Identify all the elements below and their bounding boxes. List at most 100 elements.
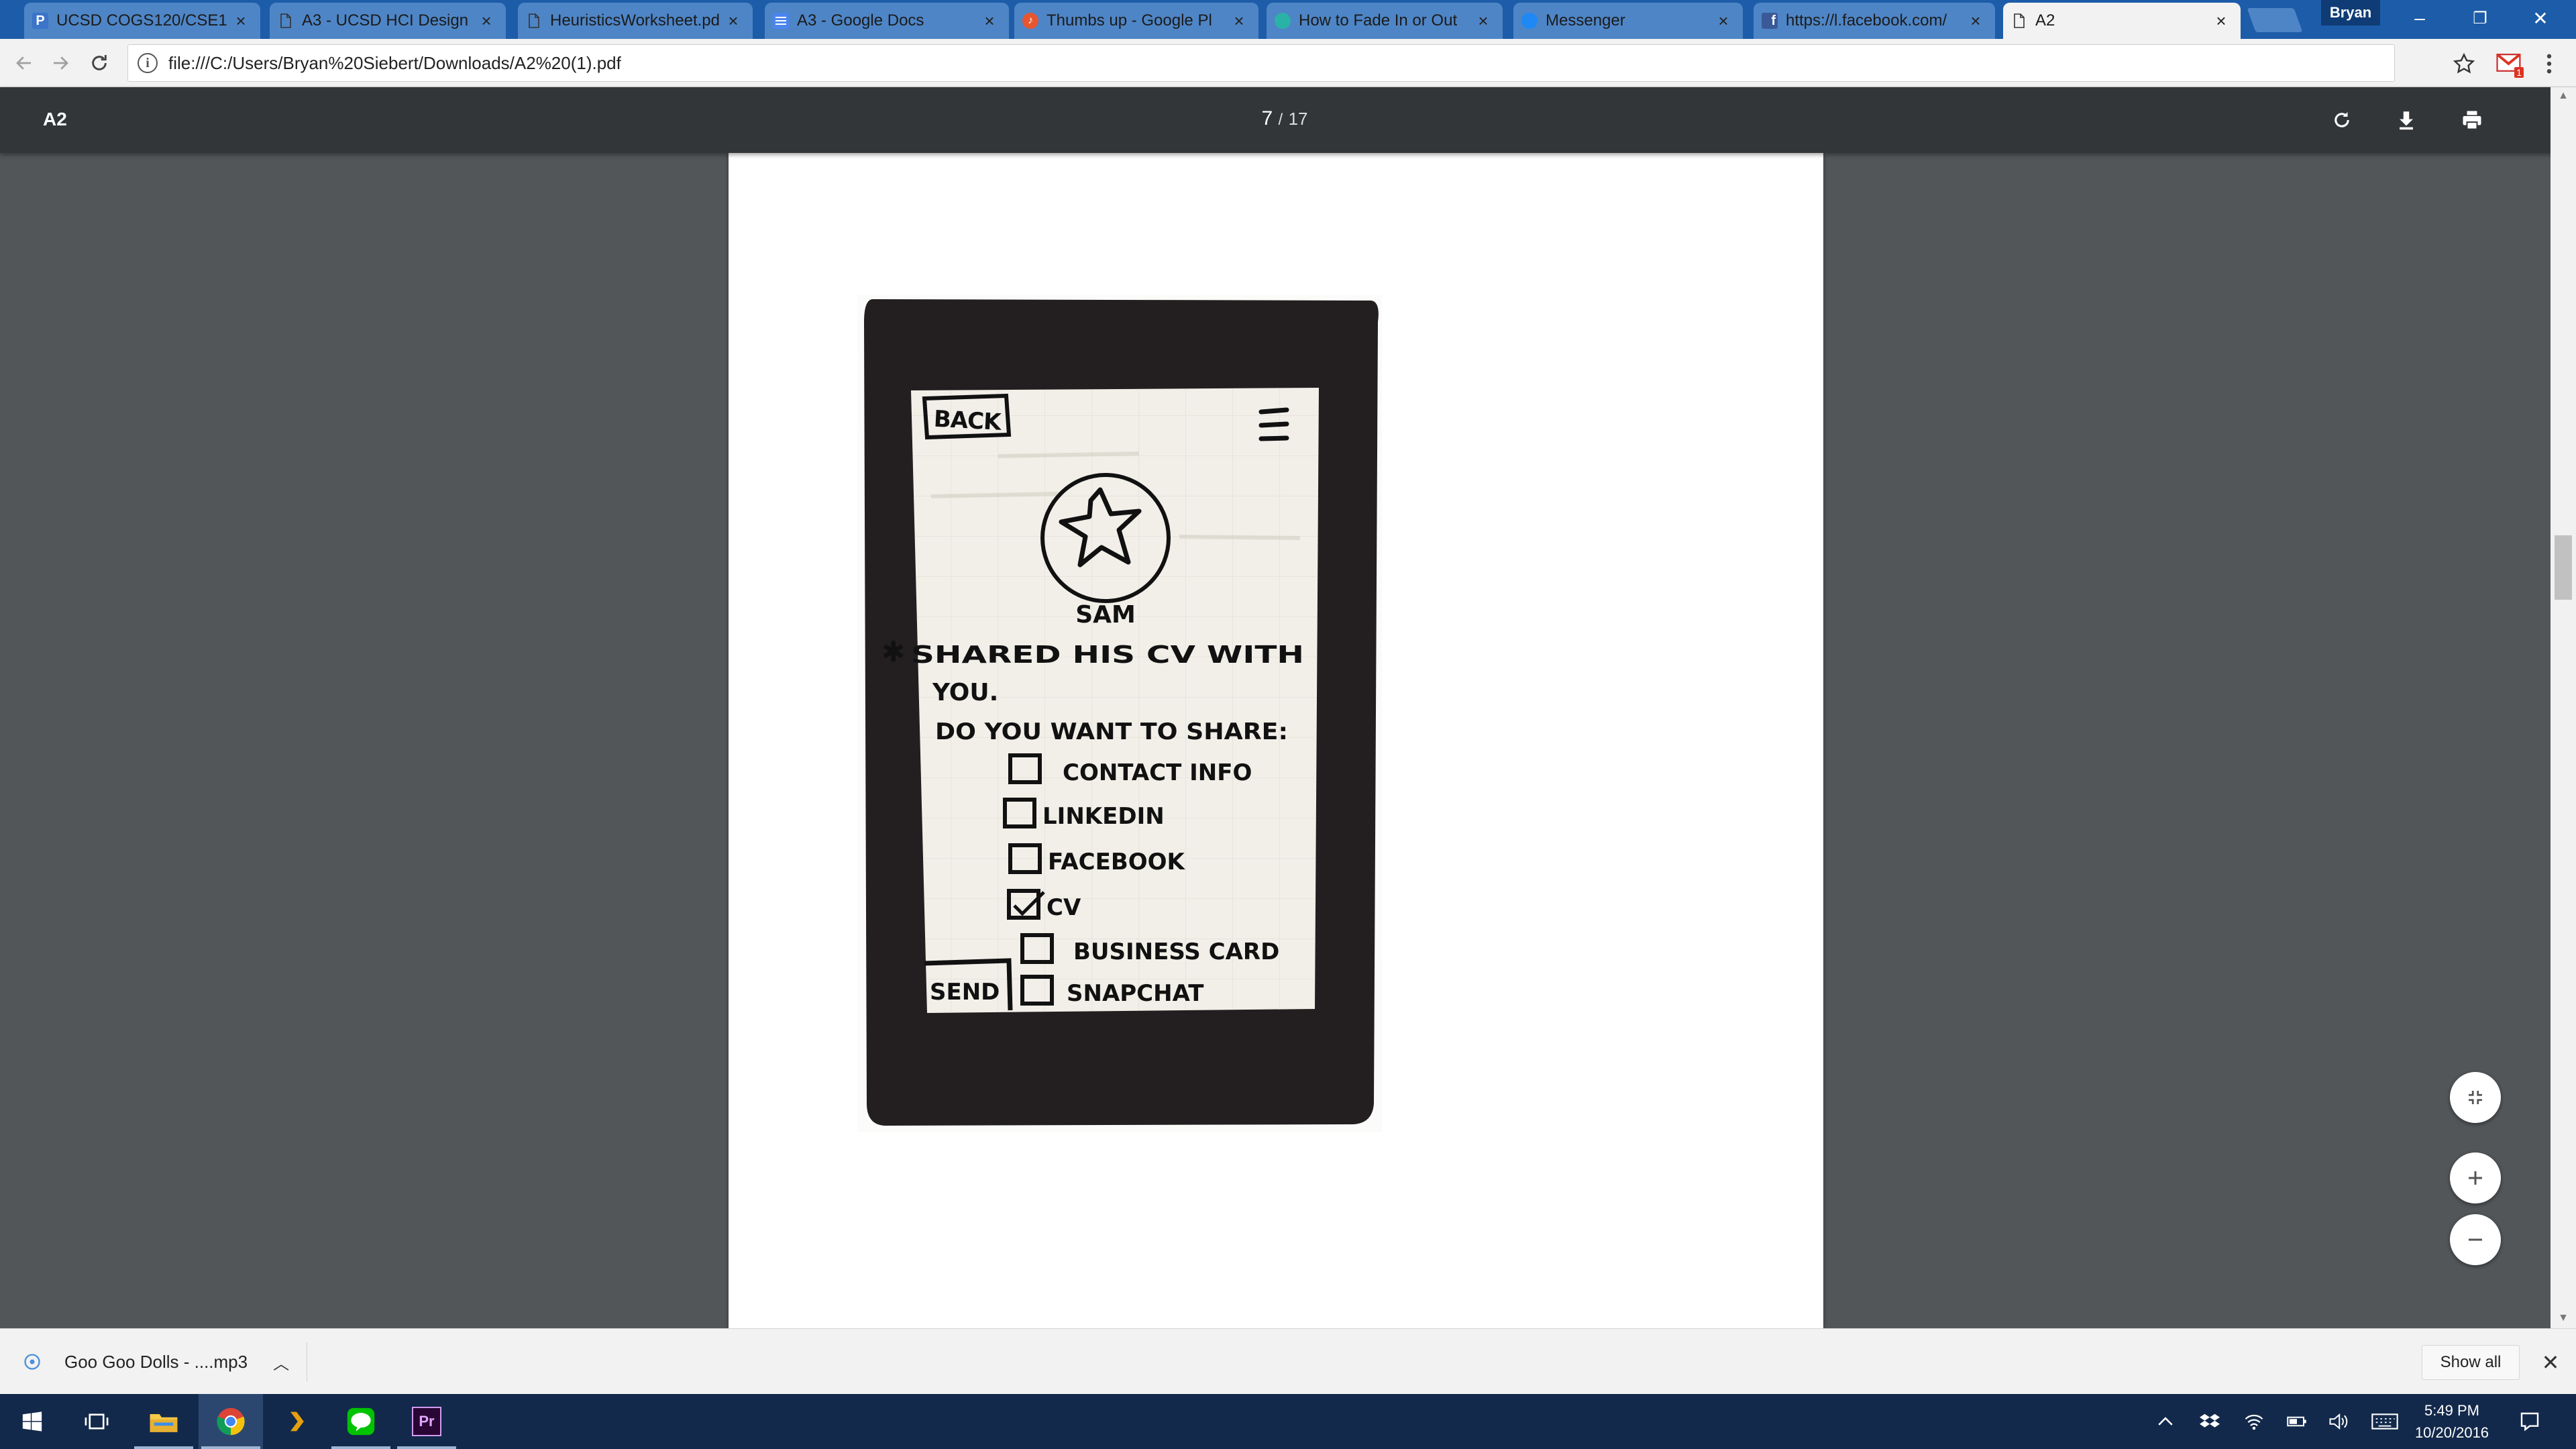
sketch-send-label: SEND (930, 979, 1000, 1006)
address-bar[interactable]: i file:///C:/Users/Bryan%20Siebert/Downl… (127, 44, 2395, 82)
tab-ucsd-cogs120[interactable]: P UCSD COGS120/CSE17 × (24, 3, 260, 39)
option-snapchat: SNAPCHAT (1067, 980, 1204, 1007)
scroll-up-arrow-icon[interactable]: ▲ (2551, 90, 2576, 102)
document-icon (2014, 13, 2025, 28)
tab-messenger[interactable]: Messenger × (1513, 3, 1743, 39)
scrollbar-thumb[interactable] (2555, 535, 2572, 600)
gmail-extension-icon[interactable]: 1 (2494, 48, 2525, 79)
option-linkedin: LINKEDIN (1042, 803, 1165, 830)
option-facebook: FACEBOOK (1048, 849, 1186, 875)
sketch-back-label: BACK (933, 406, 1003, 436)
reload-icon[interactable] (83, 47, 115, 79)
profile-button[interactable]: Bryan (2321, 0, 2380, 25)
rotate-icon[interactable] (2325, 103, 2359, 137)
zoom-in-button[interactable] (2450, 1152, 2501, 1203)
gmail-badge: 1 (2514, 67, 2524, 78)
teal-hat-icon (1275, 13, 1291, 29)
pdf-title: A2 (43, 109, 67, 129)
forward-arrow-icon[interactable] (44, 47, 76, 79)
plex-icon[interactable] (264, 1394, 329, 1449)
option-cv: CV (1046, 894, 1081, 921)
fit-to-page-button[interactable] (2450, 1072, 2501, 1123)
current-page[interactable]: 7 (1262, 107, 1273, 129)
close-window-button[interactable]: ✕ (2510, 0, 2571, 36)
tab-thumbs-up-google-play[interactable]: ♪ Thumbs up - Google Pl × (1014, 3, 1258, 39)
system-clock[interactable]: 5:49 PM 10/20/2016 (2402, 1399, 2502, 1444)
browser-toolbar: i file:///C:/Users/Bryan%20Siebert/Downl… (0, 39, 2576, 87)
new-tab-button[interactable] (2247, 8, 2303, 32)
sketch-message-line1: SHARED HIS CV WITH (911, 641, 1304, 669)
plus-icon (2469, 1171, 2482, 1185)
tab-close-icon[interactable]: × (981, 11, 998, 32)
back-arrow-icon[interactable] (8, 47, 40, 79)
tab-a3-google-docs[interactable]: A3 - Google Docs × (765, 3, 1009, 39)
tab-close-icon[interactable]: × (1230, 11, 1248, 32)
chevron-up-icon[interactable]: ︿ (273, 1350, 289, 1374)
scroll-down-arrow-icon[interactable]: ▼ (2551, 1312, 2576, 1324)
tab-title: A3 - UCSD HCI Design (302, 11, 469, 30)
premiere-pro-icon[interactable]: Pr (394, 1394, 459, 1449)
screen: P UCSD COGS120/CSE17 × A3 - UCSD HCI Des… (0, 0, 2576, 1449)
tab-close-icon[interactable]: × (724, 11, 742, 32)
premiere-label: Pr (412, 1407, 441, 1436)
download-icon[interactable] (2390, 103, 2423, 137)
tab-how-to-fade[interactable]: How to Fade In or Out × (1267, 3, 1503, 39)
tab-a2-active[interactable]: A2 × (2003, 3, 2241, 39)
file-explorer-icon[interactable] (131, 1394, 196, 1449)
page-separator: / (1278, 111, 1283, 129)
tab-close-icon[interactable]: × (1715, 11, 1732, 32)
message-star-glyph: ✱ (881, 635, 905, 668)
download-item[interactable]: Goo Goo Dolls - ....mp3 ︿ (23, 1342, 307, 1381)
page-indicator[interactable]: 7 / 17 (1248, 107, 1322, 130)
total-pages: 17 (1288, 109, 1308, 129)
audio-file-icon (24, 1354, 40, 1370)
tab-title: A2 (2035, 11, 2055, 30)
sketch-message-line2: YOU. (932, 679, 998, 706)
messenger-icon (1521, 13, 1538, 29)
sketch-user-name: SAM (1075, 601, 1136, 629)
pdf-page: BACK SAM ✱ SHARED HIS CV WITH YOU. DO YO… (729, 153, 1823, 1328)
windows-start-icon[interactable] (0, 1394, 64, 1449)
tab-title: Messenger (1546, 11, 1625, 30)
chrome-menu-icon[interactable] (2537, 48, 2561, 79)
minimize-button[interactable]: – (2390, 0, 2450, 36)
restore-button[interactable]: ❐ (2450, 0, 2510, 36)
action-center-icon[interactable] (2513, 1405, 2546, 1438)
tab-close-icon[interactable]: × (232, 11, 250, 32)
pdf-toolbar: A2 7 / 17 (0, 87, 2576, 153)
battery-icon[interactable] (2281, 1406, 2313, 1437)
chrome-icon[interactable] (199, 1394, 263, 1449)
wifi-icon[interactable] (2238, 1406, 2270, 1437)
clock-time: 5:49 PM (2424, 1402, 2479, 1419)
page-info-icon[interactable]: i (138, 53, 158, 73)
show-all-button[interactable]: Show all (2422, 1345, 2520, 1380)
dropbox-icon[interactable] (2194, 1406, 2226, 1437)
tab-close-icon[interactable]: × (1474, 11, 1492, 32)
tab-facebook-link[interactable]: f https://l.facebook.com/ × (1754, 3, 1995, 39)
option-business-card: BUSINESS CARD (1073, 938, 1279, 965)
download-shelf: Goo Goo Dolls - ....mp3 ︿ Show all ✕ (0, 1328, 2576, 1394)
tab-title: https://l.facebook.com/ (1786, 11, 1947, 30)
tray-chevron-up-icon[interactable] (2149, 1406, 2182, 1437)
tab-heuristics-worksheet[interactable]: HeuristicsWorksheet.pd × (518, 3, 753, 39)
page-scrollbar[interactable]: ▲ ▼ (2551, 87, 2576, 1328)
task-view-icon[interactable] (64, 1394, 129, 1449)
zoom-out-button[interactable] (2450, 1214, 2501, 1265)
keyboard-icon[interactable] (2368, 1406, 2402, 1437)
document-icon (529, 13, 539, 28)
line-icon[interactable] (329, 1394, 393, 1449)
blue-p-icon: P (32, 13, 48, 29)
tab-close-icon[interactable]: × (478, 11, 495, 32)
volume-icon[interactable] (2322, 1406, 2355, 1437)
tab-title: UCSD COGS120/CSE17 (56, 11, 227, 30)
close-shelf-icon[interactable]: ✕ (2534, 1346, 2567, 1379)
tab-a3-ucsd-hci-design[interactable]: A3 - UCSD HCI Design × (270, 3, 506, 39)
pdf-viewer[interactable]: BACK SAM ✱ SHARED HIS CV WITH YOU. DO YO… (0, 153, 2576, 1328)
url-text: file:///C:/Users/Bryan%20Siebert/Downloa… (168, 52, 621, 73)
bookmark-star-icon[interactable] (2449, 48, 2479, 79)
google-docs-icon (773, 13, 789, 29)
tab-close-icon[interactable]: × (1967, 11, 1984, 32)
paper-prototype-sketch: BACK SAM ✱ SHARED HIS CV WITH YOU. DO YO… (857, 295, 1382, 1132)
tab-close-icon[interactable]: × (2212, 11, 2230, 32)
print-icon[interactable] (2455, 103, 2489, 137)
